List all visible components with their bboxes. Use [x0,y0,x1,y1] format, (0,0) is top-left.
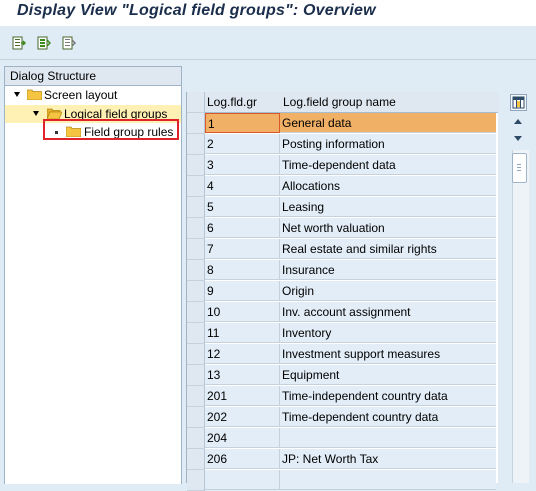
log-field-group-name-cell[interactable]: Investment support measures [280,344,496,364]
page-title: Display View "Logical field groups": Ove… [17,2,376,19]
highlight-box [43,119,179,140]
log-fld-gr-cell[interactable]: 6 [205,218,280,238]
table-row[interactable]: 8 Insurance [187,260,498,281]
table-row[interactable]: 9 Origin [187,281,498,302]
dialog-structure-header: Dialog Structure [5,67,181,86]
row-selector-button[interactable] [187,428,205,449]
log-field-group-name-cell[interactable]: Leasing [280,197,496,217]
log-field-group-name-cell[interactable]: Net worth valuation [280,218,496,238]
log-fld-gr-cell[interactable]: 202 [205,407,280,427]
table-row[interactable]: 5 Leasing [187,197,498,218]
table-row[interactable]: 4 Allocations [187,176,498,197]
choose-details-icon[interactable] [12,36,26,50]
scroll-down-icon[interactable] [514,136,522,141]
row-selector-button[interactable] [187,323,205,344]
column-header-log-fld-gr[interactable]: Log.fld.gr [207,92,257,112]
log-fld-gr-cell[interactable]: 3 [205,155,280,175]
table-row[interactable]: 11 Inventory [187,323,498,344]
table-row[interactable]: 6 Net worth valuation [187,218,498,239]
row-selector-button[interactable] [187,218,205,239]
select-all-column-button[interactable] [187,92,205,113]
row-selector-button[interactable] [187,197,205,218]
log-field-group-name-cell[interactable]: Posting information [280,134,496,154]
tree-item-label: Screen layout [44,88,118,102]
table-row[interactable]: 7 Real estate and similar rights [187,239,498,260]
log-field-group-name-cell[interactable]: Time-dependent country data [280,407,496,427]
row-selector-button[interactable] [187,365,205,386]
log-fld-gr-cell[interactable]: 2 [205,134,280,154]
folder-icon [27,89,42,100]
log-field-group-name-cell[interactable]: Equipment [280,365,496,385]
log-field-group-name-cell[interactable]: Inv. account assignment [280,302,496,322]
column-header-log-field-group-name[interactable]: Log.field group name [283,92,396,112]
row-selector-button[interactable] [187,260,205,281]
log-fld-gr-cell[interactable]: 4 [205,176,280,196]
row-selector-button[interactable] [187,155,205,176]
log-fld-gr-cell[interactable]: 10 [205,302,280,322]
log-field-group-name-cell[interactable]: Real estate and similar rights [280,239,496,259]
log-field-group-name-cell[interactable]: Time-independent country data [280,386,496,406]
row-selector-button[interactable] [187,386,205,407]
log-field-group-name-cell[interactable]: Allocations [280,176,496,196]
log-fld-gr-cell[interactable] [205,470,280,490]
deselect-all-icon[interactable] [62,36,76,50]
log-fld-gr-cell[interactable]: 206 [205,449,280,469]
log-fld-gr-cell[interactable]: 204 [205,428,280,448]
row-selector-button[interactable] [187,113,205,134]
scroll-up-icon[interactable] [514,119,522,124]
table-row[interactable]: 202 Time-dependent country data [187,407,498,428]
row-selector-button[interactable] [187,407,205,428]
row-selector-button[interactable] [187,449,205,470]
table-row[interactable]: 13 Equipment [187,365,498,386]
expand-arrow-icon[interactable] [33,111,39,116]
row-selector-button[interactable] [187,134,205,155]
row-selector-button[interactable] [187,344,205,365]
table-row[interactable]: 10 Inv. account assignment [187,302,498,323]
row-selector-button[interactable] [187,281,205,302]
table-row[interactable]: 201 Time-independent country data [187,386,498,407]
table-row[interactable]: 3 Time-dependent data [187,155,498,176]
table-row[interactable]: 2 Posting information [187,134,498,155]
log-fld-gr-cell[interactable]: 7 [205,239,280,259]
row-selector-button[interactable] [187,470,205,491]
vertical-scrollbar[interactable] [512,150,529,483]
table-settings-icon[interactable] [510,94,527,111]
tree-item-screen-layout[interactable]: Screen layout [5,86,181,104]
table-row[interactable]: 12 Investment support measures [187,344,498,365]
scrollbar-thumb[interactable] [512,153,527,183]
log-fld-gr-cell[interactable]: 8 [205,260,280,280]
application-toolbar [0,27,536,60]
log-fld-gr-cell[interactable]: 201 [205,386,280,406]
table-row[interactable]: 206 JP: Net Worth Tax [187,449,498,470]
log-fld-gr-cell[interactable]: 1 [205,113,280,133]
log-field-group-name-cell[interactable]: Time-dependent data [280,155,496,175]
log-field-group-name-cell[interactable]: General data [280,113,496,133]
log-fld-gr-cell[interactable]: 9 [205,281,280,301]
log-fld-gr-cell[interactable]: 12 [205,344,280,364]
logical-field-groups-table: Log.fld.gr Log.field group name 1 General… [186,92,498,491]
row-selector-button[interactable] [187,176,205,197]
log-field-group-name-cell[interactable]: Inventory [280,323,496,343]
table-row[interactable] [187,470,498,491]
log-field-group-name-cell[interactable]: Insurance [280,260,496,280]
log-field-group-name-cell[interactable] [280,470,496,490]
title-bar: Display View "Logical field groups": Ove… [0,0,536,26]
log-field-group-name-cell[interactable] [280,428,496,448]
table-row[interactable]: 204 [187,428,498,449]
row-selector-button[interactable] [187,239,205,260]
table-row[interactable]: 1 General data [187,113,498,134]
open-folder-icon [47,108,62,119]
select-all-icon[interactable] [37,36,51,50]
log-field-group-name-cell[interactable]: JP: Net Worth Tax [280,449,496,469]
log-field-group-name-cell[interactable]: Origin [280,281,496,301]
expand-arrow-icon[interactable] [14,92,20,97]
log-fld-gr-cell[interactable]: 5 [205,197,280,217]
table-header: Log.fld.gr Log.field group name [187,92,498,113]
log-fld-gr-cell[interactable]: 13 [205,365,280,385]
log-fld-gr-cell[interactable]: 11 [205,323,280,343]
row-selector-button[interactable] [187,302,205,323]
